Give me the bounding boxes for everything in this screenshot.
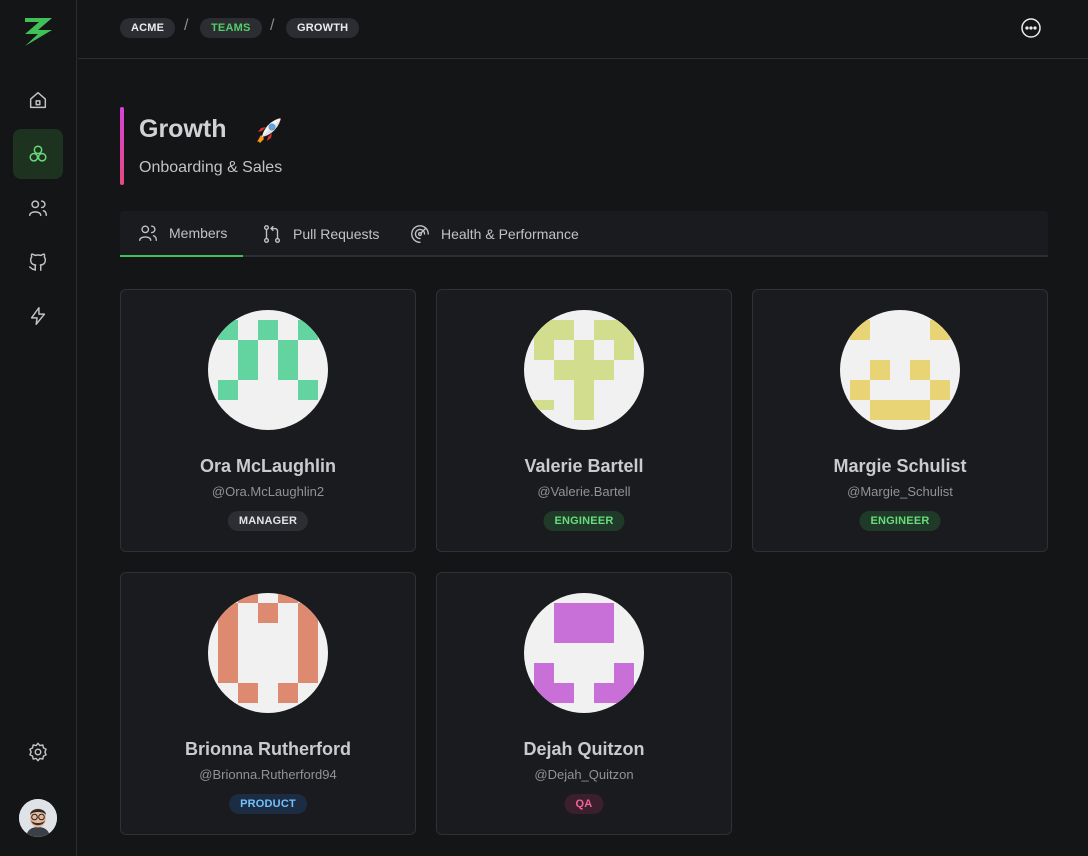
member-handle: @Margie_Schulist <box>847 484 953 499</box>
top-header: ACME / TEAMS / GROWTH <box>78 0 1088 59</box>
identicon-icon <box>850 320 950 420</box>
sidebar <box>0 0 77 856</box>
user-avatar[interactable] <box>19 799 57 837</box>
more-options-icon[interactable] <box>1020 17 1042 39</box>
member-name: Dejah Quitzon <box>523 739 645 759</box>
member-name: Margie Schulist <box>833 456 967 476</box>
user-avatar-icon <box>19 799 57 837</box>
identicon-icon <box>534 603 634 703</box>
role-badge: QA <box>564 794 604 814</box>
member-handle: @Ora.McLaughlin2 <box>211 484 325 499</box>
page-subtitle: Onboarding & Sales <box>139 159 283 176</box>
bolt-icon <box>30 307 46 325</box>
tab-bar: Members Pull Requests Health & Performan… <box>120 211 1048 257</box>
sidebar-item-users[interactable] <box>13 183 63 233</box>
member-card[interactable]: Dejah Quitzon @Dejah_Quitzon QA <box>436 572 732 835</box>
sidebar-item-settings[interactable] <box>13 727 63 777</box>
tab-label: Health & Performance <box>441 226 579 242</box>
settings-icon <box>29 742 47 762</box>
breadcrumb-separator: / <box>184 17 189 34</box>
users-icon <box>139 225 157 242</box>
rocket-icon <box>257 118 281 143</box>
member-avatar <box>208 593 328 713</box>
tab-pull-requests[interactable]: Pull Requests <box>261 211 379 257</box>
app-logo[interactable] <box>22 16 54 48</box>
tab-health-performance[interactable]: Health & Performance <box>409 211 579 257</box>
breadcrumb-teams[interactable]: TEAMS <box>200 18 262 38</box>
role-badge: ENGINEER <box>543 511 625 531</box>
breadcrumb-separator: / <box>270 17 275 34</box>
identicon-icon <box>218 593 318 703</box>
teams-icon <box>29 145 47 162</box>
sidebar-item-activity[interactable] <box>13 291 63 341</box>
tab-label: Members <box>169 225 228 241</box>
role-badge: MANAGER <box>227 511 309 531</box>
tab-label: Pull Requests <box>293 226 380 242</box>
github-icon <box>29 253 47 271</box>
member-avatar <box>208 310 328 430</box>
page-title: Growth <box>139 115 227 143</box>
member-avatar <box>840 310 960 430</box>
member-name: Valerie Bartell <box>524 456 644 476</box>
member-card[interactable]: Ora McLaughlin @Ora.McLaughlin2 MANAGER <box>120 289 416 552</box>
member-handle: @Dejah_Quitzon <box>534 767 634 782</box>
role-badge: PRODUCT <box>229 794 307 814</box>
breadcrumb-growth[interactable]: GROWTH <box>286 18 360 38</box>
title-accent-bar <box>120 107 124 185</box>
member-name: Brionna Rutherford <box>185 739 351 759</box>
sidebar-item-home[interactable] <box>13 75 63 125</box>
member-avatar <box>524 593 644 713</box>
member-card[interactable]: Margie Schulist @Margie_Schulist ENGINEE… <box>752 289 1048 552</box>
member-name: Ora McLaughlin <box>199 456 336 476</box>
member-card[interactable]: Valerie Bartell @Valerie.Bartell ENGINEE… <box>436 289 732 552</box>
sidebar-item-github[interactable] <box>13 237 63 287</box>
breadcrumb-acme[interactable]: ACME <box>120 18 176 38</box>
member-handle: @Valerie.Bartell <box>537 484 631 499</box>
identicon-icon <box>534 320 634 420</box>
role-badge: ENGINEER <box>859 511 941 531</box>
performance-icon <box>411 225 429 243</box>
users-icon <box>29 200 47 217</box>
home-icon <box>29 91 47 109</box>
git-pull-request-icon <box>263 225 281 243</box>
member-handle: @Brionna.Rutherford94 <box>199 767 337 782</box>
identicon-icon <box>218 320 318 400</box>
sidebar-item-teams[interactable] <box>13 129 63 179</box>
member-avatar <box>524 310 644 430</box>
tab-members[interactable]: Members <box>120 211 244 257</box>
member-card[interactable]: Brionna Rutherford @Brionna.Rutherford94… <box>120 572 416 835</box>
